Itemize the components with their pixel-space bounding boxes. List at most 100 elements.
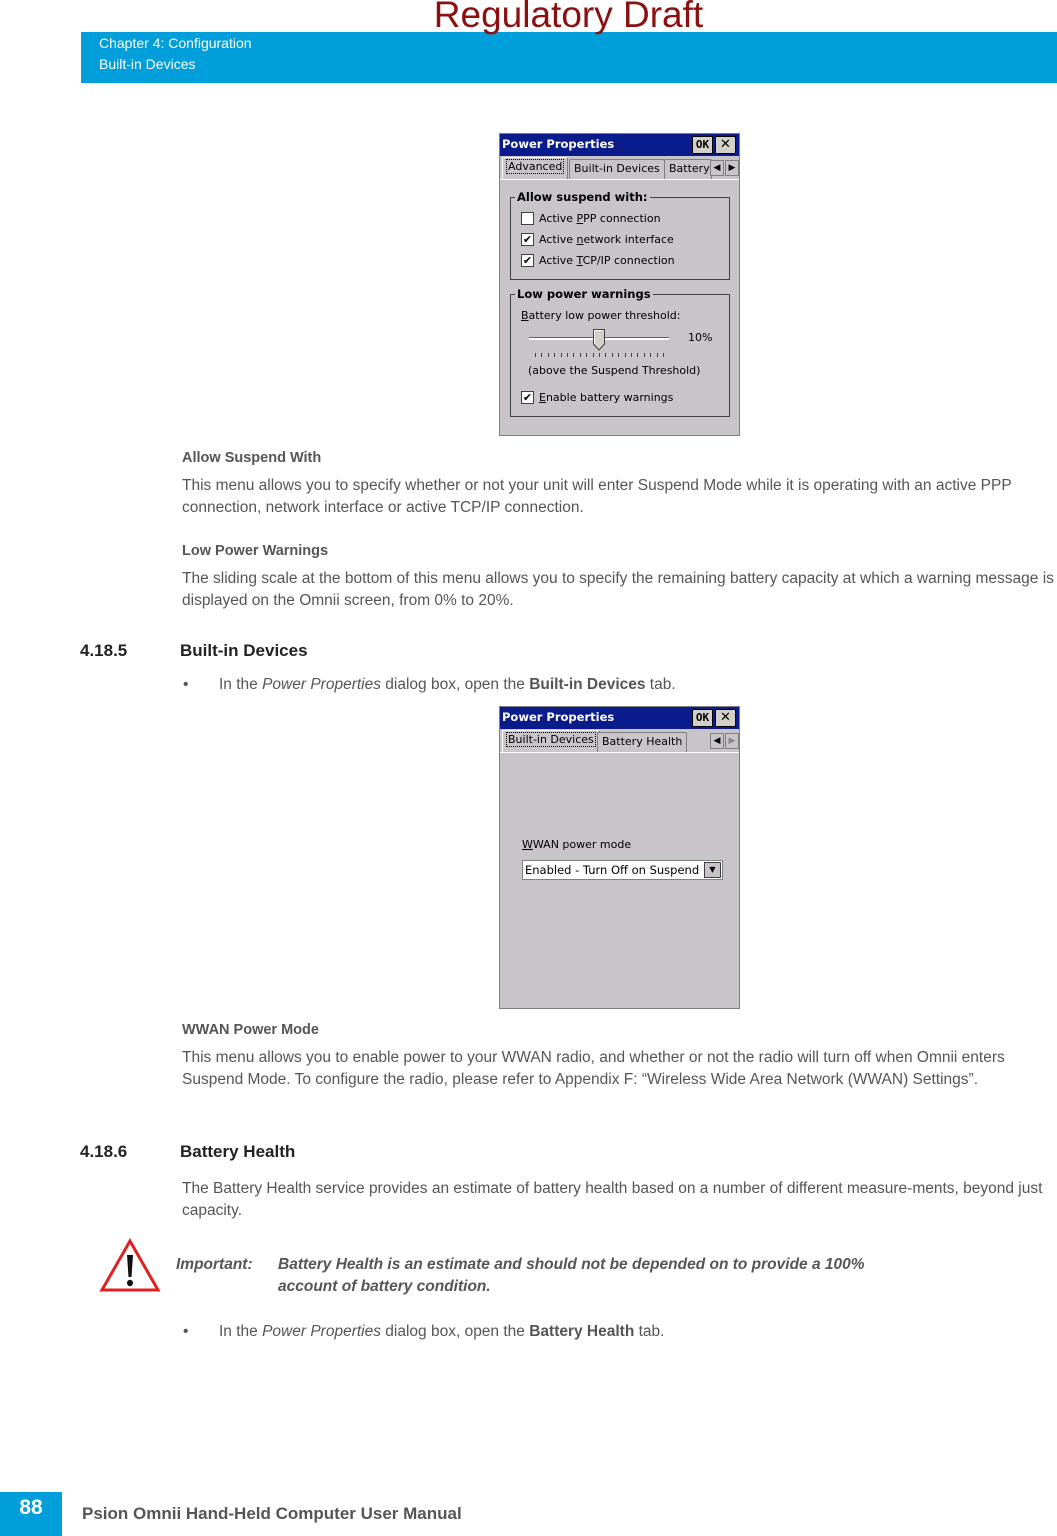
active-network-checkbox-row[interactable]: ✔ Active network interface — [521, 233, 674, 246]
dialog-titlebar: Power Properties OK ✕ — [500, 707, 739, 729]
allow-suspend-heading: Allow Suspend With — [182, 450, 322, 466]
wwan-power-mode-text: This menu allows you to enable power to … — [182, 1049, 1005, 1088]
allow-suspend-text: This menu allows you to specify whether … — [182, 477, 1012, 516]
tab-scroll-right-button[interactable]: ▶ — [725, 160, 739, 176]
slider-tick — [643, 353, 645, 357]
page-number: 88 — [19, 1496, 43, 1519]
slider-tick — [656, 353, 658, 357]
slider-tick — [599, 353, 600, 357]
ok-button[interactable]: OK — [692, 709, 713, 727]
slider-tick — [535, 353, 536, 357]
section-4-18-5-heading: 4.18.5 Built-in Devices — [80, 641, 308, 661]
allow-suspend-legend: Allow suspend with: — [515, 190, 650, 204]
dropdown-button[interactable]: ▼ — [704, 862, 721, 878]
tab-scroll-left-button[interactable]: ◀ — [710, 733, 724, 749]
tab-battery[interactable]: Battery — [664, 159, 712, 179]
active-ppp-checkbox[interactable] — [521, 212, 534, 225]
bullet-open-built-in-devices: • In the Power Properties dialog box, ope… — [183, 676, 676, 693]
slider-tick — [631, 353, 632, 357]
wwan-power-mode-heading: WWAN Power Mode — [182, 1022, 319, 1038]
arrow-left-icon: ◀ — [713, 163, 721, 173]
slider-tick — [605, 353, 607, 357]
active-network-checkbox[interactable]: ✔ — [521, 233, 534, 246]
slider-tick — [624, 353, 626, 357]
important-label: Important: — [176, 1256, 253, 1273]
important-line-1: Battery Health is an estimate and should… — [278, 1256, 865, 1273]
low-power-text: The sliding scale at the bottom of this … — [182, 570, 1054, 609]
close-icon: ✕ — [720, 710, 731, 725]
slider-tick — [579, 353, 581, 357]
enable-warnings-checkbox[interactable]: ✔ — [521, 391, 534, 404]
slider-tick — [541, 353, 543, 357]
slider-value: 10% — [688, 331, 713, 344]
tab-advanced[interactable]: Advanced — [502, 157, 569, 179]
active-tcpip-label: Active TCP/IP connection — [539, 254, 675, 267]
slider-tick — [592, 353, 594, 357]
section-title: Built-in Devices — [180, 641, 308, 660]
tab-built-in-devices[interactable]: Built-in Devices — [569, 159, 665, 179]
active-ppp-checkbox-row[interactable]: Active PPP connection — [521, 212, 661, 225]
low-power-warnings-legend: Low power warnings — [515, 287, 653, 301]
slider-tick — [560, 353, 562, 357]
low-power-warnings-groupbox: Low power warnings Battery low power thr… — [510, 287, 730, 417]
slider-tick — [554, 353, 556, 357]
threshold-label: Battery low power threshold: — [521, 309, 681, 322]
chevron-down-icon: ▼ — [709, 865, 716, 874]
battery-health-text: The Battery Health service provides an e… — [182, 1180, 1043, 1219]
section-number: 4.18.5 — [80, 641, 128, 660]
wwan-power-mode-select[interactable]: Enabled - Turn Off on Suspend ▼ — [522, 860, 723, 880]
active-ppp-label: Active PPP connection — [539, 212, 661, 225]
important-line-2: account of battery condition. — [278, 1278, 491, 1295]
slider-tick — [637, 353, 639, 357]
chapter-title: Chapter 4: Configuration — [99, 35, 252, 51]
power-properties-dialog-built-in-devices: Power Properties OK ✕ Built-in Devices B… — [499, 706, 740, 1009]
slider-tick — [586, 353, 588, 357]
low-power-heading: Low Power Warnings — [182, 543, 329, 559]
important-note: Important: Battery Health is an estimate … — [176, 1254, 865, 1298]
slider-tick — [663, 353, 664, 357]
active-network-label: Active network interface — [539, 233, 674, 246]
tab-built-in-devices[interactable]: Built-in Devices — [502, 730, 600, 752]
warning-icon — [99, 1238, 161, 1292]
regulatory-draft-watermark: Regulatory Draft — [433, 0, 704, 35]
tab-scroll-right-button[interactable]: ▶ — [725, 733, 739, 749]
section-title: Battery Health — [180, 1142, 296, 1161]
arrow-right-icon: ▶ — [728, 163, 736, 173]
wwan-power-mode-value: Enabled - Turn Off on Suspend — [525, 863, 700, 877]
slider-tick — [573, 353, 575, 357]
page-number-box: 88 — [0, 1492, 62, 1536]
tab-strip: Built-in Devices Battery Health ◀ ▶ — [500, 729, 739, 753]
slider-note: (above the Suspend Threshold) — [528, 364, 701, 377]
power-properties-dialog-advanced: Power Properties OK ✕ Advanced Built-in … — [499, 133, 740, 436]
tab-battery-health[interactable]: Battery Health — [597, 732, 688, 752]
section-title: Built-in Devices — [99, 56, 196, 72]
dialog-title: Power Properties — [502, 137, 615, 151]
close-button[interactable]: ✕ — [715, 136, 736, 154]
close-icon: ✕ — [720, 137, 731, 152]
active-tcpip-checkbox-row[interactable]: ✔ Active TCP/IP connection — [521, 254, 675, 267]
dialog-title: Power Properties — [502, 710, 615, 724]
slider-ticks — [529, 353, 669, 358]
close-button[interactable]: ✕ — [715, 709, 736, 727]
section-4-18-6-heading: 4.18.6 Battery Health — [80, 1142, 295, 1162]
chapter-header-bar: Chapter 4: Configuration Built-in Device… — [81, 32, 1057, 83]
threshold-slider[interactable] — [529, 329, 669, 361]
slider-tick — [650, 353, 652, 357]
allow-suspend-groupbox: Allow suspend with: Active PPP connectio… — [510, 190, 730, 280]
active-tcpip-checkbox[interactable]: ✔ — [521, 254, 534, 267]
dialog-titlebar: Power Properties OK ✕ — [500, 134, 739, 156]
ok-button[interactable]: OK — [692, 136, 713, 154]
arrow-right-icon: ▶ — [728, 736, 736, 746]
enable-warnings-checkbox-row[interactable]: ✔ Enable battery warnings — [521, 391, 673, 404]
enable-warnings-label: Enable battery warnings — [539, 391, 674, 404]
tab-scroll-left-button[interactable]: ◀ — [710, 160, 724, 176]
wwan-power-mode-label: WWAN power mode — [522, 838, 632, 851]
section-number: 4.18.6 — [80, 1142, 128, 1161]
slider-tick — [567, 353, 568, 357]
tab-strip: Advanced Built-in Devices Battery ◀ ▶ — [500, 156, 739, 180]
slider-thumb[interactable] — [593, 329, 605, 351]
slider-tick — [547, 353, 549, 357]
arrow-left-icon: ◀ — [713, 736, 721, 746]
slider-tick — [618, 353, 620, 357]
manual-title: Psion Omnii Hand-Held Computer User Manu… — [82, 1504, 462, 1523]
